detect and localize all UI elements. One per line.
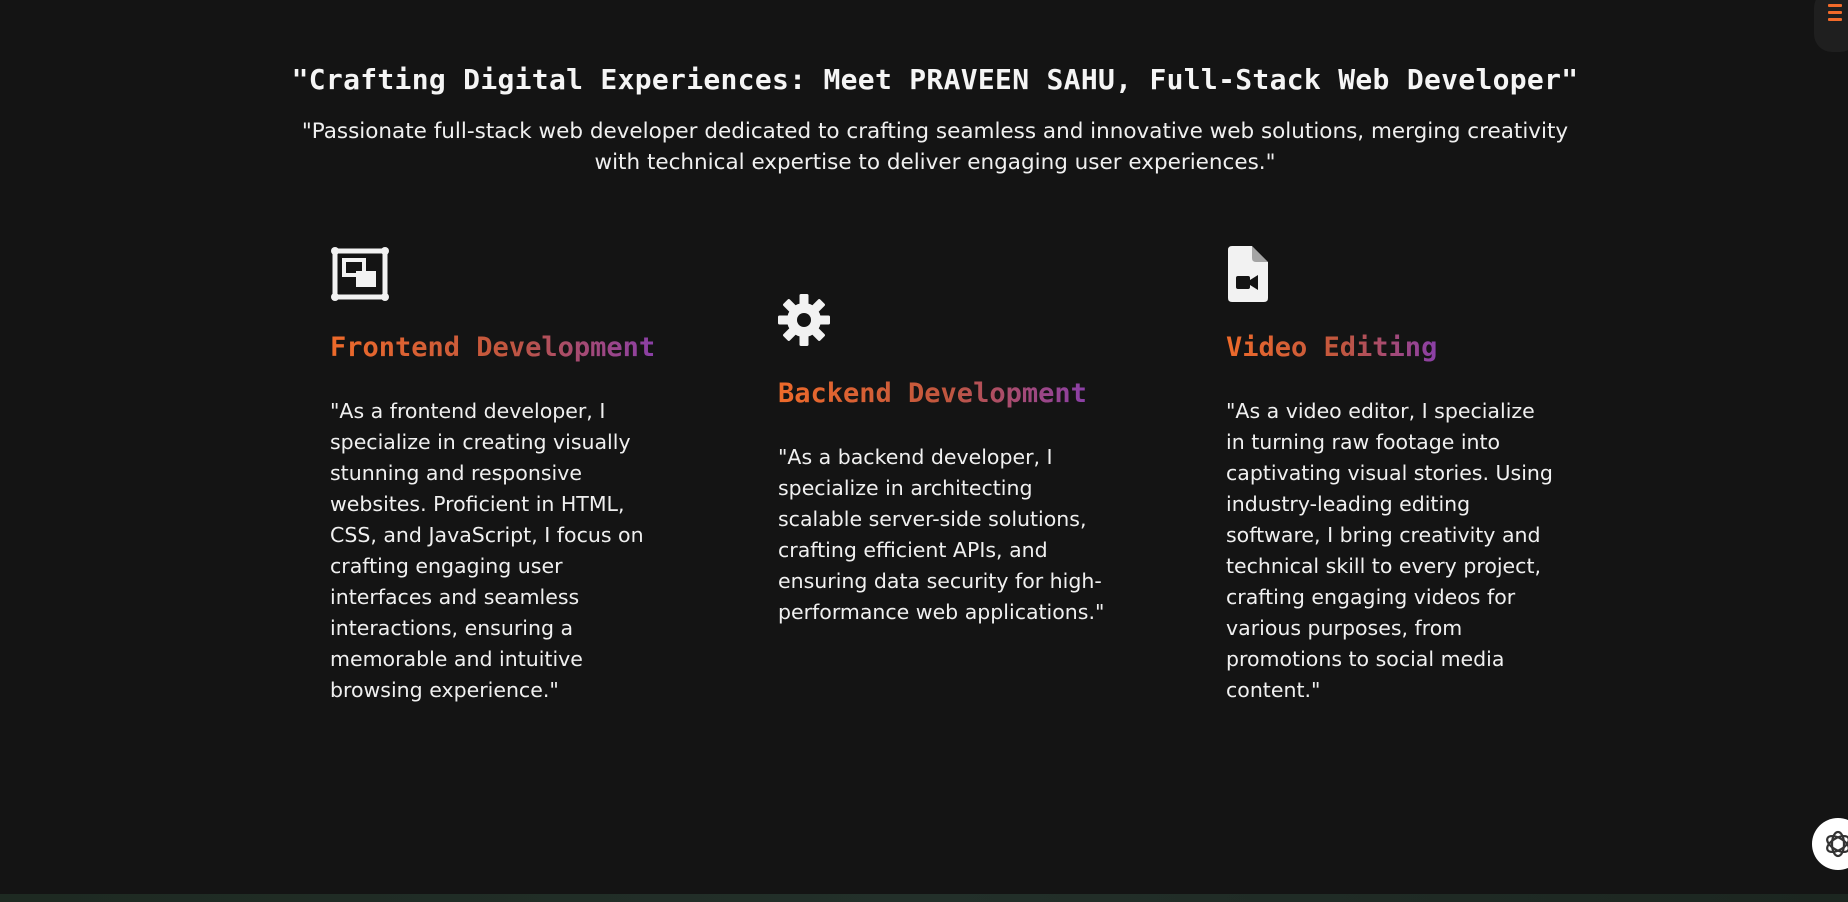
service-description: "As a video editor, I specialize in turn… <box>1226 399 1553 702</box>
chat-assistant-button[interactable] <box>1812 818 1848 870</box>
video-file-icon <box>1228 246 1268 302</box>
frontend-icon <box>331 247 389 301</box>
services-section: "Crafting Digital Experiences: Meet PRAV… <box>0 0 1848 894</box>
menu-toggle-button[interactable] <box>1814 0 1848 52</box>
service-title: Video Editing <box>1226 332 1438 363</box>
page-title: "Crafting Digital Experiences: Meet PRAV… <box>291 63 1579 96</box>
hamburger-menu-icon <box>1828 4 1842 25</box>
service-title: Backend Development <box>778 378 1087 409</box>
service-card-backend: Backend Development "As a backend develo… <box>778 292 1118 624</box>
service-description: "As a frontend developer, I specialize i… <box>330 399 644 702</box>
page-subtitle: "Passionate full-stack web developer ded… <box>301 119 1569 175</box>
service-card-frontend: Frontend Development "As a frontend deve… <box>330 246 670 702</box>
chatgpt-logo-icon <box>1826 830 1848 858</box>
service-description: "As a backend developer, I specialize in… <box>778 445 1105 624</box>
service-card-video: Video Editing "As a video editor, I spec… <box>1226 246 1566 702</box>
os-taskbar <box>0 894 1848 902</box>
gear-icon <box>778 294 830 346</box>
service-title: Frontend Development <box>330 332 656 363</box>
